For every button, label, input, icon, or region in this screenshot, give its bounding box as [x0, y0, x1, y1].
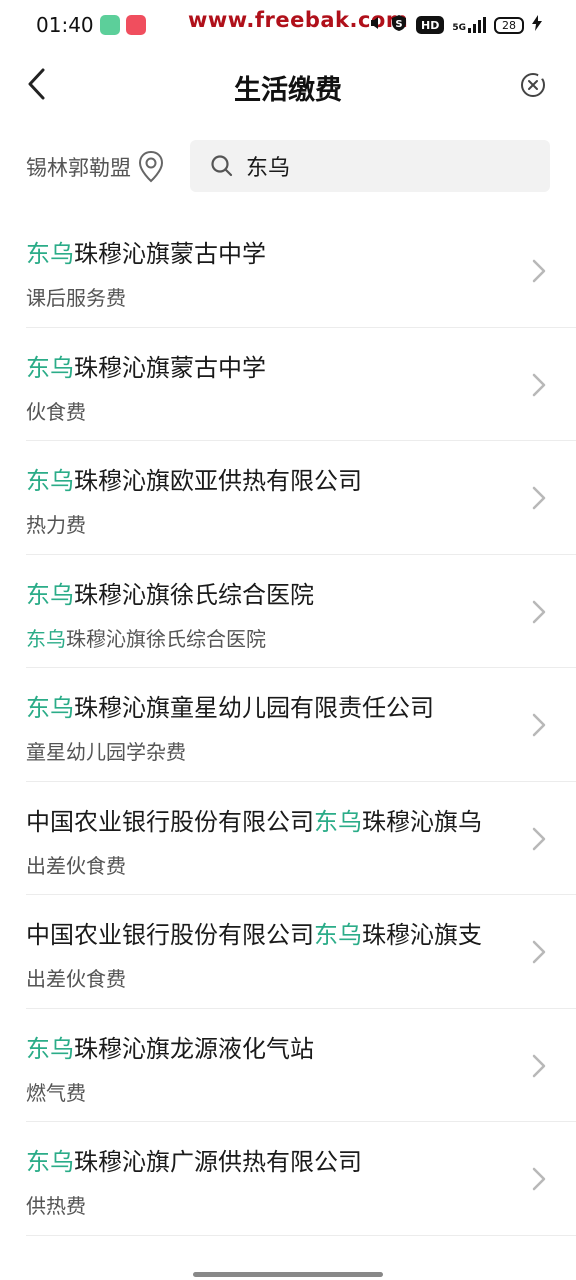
chevron-right-icon — [532, 600, 546, 623]
charging-icon — [532, 15, 542, 35]
item-title: 东乌珠穆沁旗蒙古中学 — [26, 234, 502, 269]
item-subtitle-rest: 珠穆沁旗徐氏综合医院 — [66, 626, 266, 651]
search-row: 锡林郭勒盟 东乌 — [0, 140, 576, 194]
item-title-rest: 珠穆沁旗龙源液化气站 — [74, 1034, 314, 1063]
item-title-highlight: 东乌 — [26, 1148, 74, 1176]
item-subtitle: 东乌珠穆沁旗徐氏综合医院 — [26, 623, 266, 652]
list-item[interactable]: 东乌珠穆沁旗蒙古中学 课后服务费 — [26, 214, 576, 328]
location-pin-icon — [138, 150, 164, 183]
item-title-highlight: 东乌 — [26, 467, 74, 495]
chevron-right-icon — [532, 827, 546, 850]
item-subtitle: 出差伙食费 — [26, 967, 126, 991]
list-item[interactable]: 中国农业银行股份有限公司东乌珠穆沁旗支 出差伙食费 — [26, 895, 576, 1009]
item-title-rest: 珠穆沁旗乌 — [362, 807, 482, 836]
item-title: 东乌珠穆沁旗广源供热有限公司 — [26, 1142, 502, 1177]
chevron-right-icon — [532, 940, 546, 964]
item-title-highlight: 东乌 — [26, 1034, 74, 1063]
status-icons: S HD 5G 28 — [368, 14, 542, 36]
item-title: 东乌珠穆沁旗龙源液化气站 — [26, 1029, 502, 1064]
chevron-right-icon — [532, 1167, 546, 1191]
item-title-prefix: 中国农业银行股份有限公司 — [26, 921, 314, 949]
list-item[interactable]: 东乌珠穆沁旗欧亚供热有限公司 热力费 — [26, 441, 576, 555]
item-subtitle: 童星幼儿园学杂费 — [26, 740, 186, 764]
item-title-highlight: 东乌 — [26, 694, 74, 722]
page-title: 生活缴费 — [234, 75, 342, 106]
home-indicator[interactable] — [193, 1272, 383, 1277]
item-subtitle: 热力费 — [26, 513, 86, 537]
list-item[interactable]: 东乌珠穆沁旗广源供热有限公司 供热费 — [26, 1122, 576, 1236]
status-time: 01:40 — [36, 13, 94, 37]
item-subtitle: 供热费 — [26, 1194, 86, 1218]
location-label: 锡林郭勒盟 — [26, 156, 131, 180]
item-title-highlight: 东乌 — [26, 353, 74, 382]
item-subtitle: 燃气费 — [26, 1080, 86, 1105]
mute-icon — [368, 15, 382, 35]
status-bar: 01:40 www.freebak.com S HD 5G 28 — [0, 0, 576, 50]
chevron-right-icon — [532, 486, 546, 510]
chevron-right-icon — [532, 259, 546, 283]
item-title-highlight: 东乌 — [26, 580, 74, 609]
list-item[interactable]: 东乌珠穆沁旗童星幼儿园有限责任公司 童星幼儿园学杂费 — [26, 668, 576, 782]
svg-text:S: S — [395, 19, 402, 30]
item-title: 东乌珠穆沁旗徐氏综合医院 — [26, 575, 502, 610]
item-title: 东乌珠穆沁旗童星幼儿园有限责任公司 — [26, 688, 502, 723]
item-title: 中国农业银行股份有限公司东乌珠穆沁旗乌 — [26, 802, 502, 837]
item-title-highlight: 东乌 — [26, 240, 74, 268]
item-title-highlight: 东乌 — [314, 921, 362, 949]
item-subtitle: 课后服务费 — [26, 286, 126, 310]
close-circle-icon — [521, 73, 545, 97]
chevron-right-icon — [532, 713, 546, 737]
item-subtitle-highlight: 东乌 — [26, 626, 66, 651]
chevron-right-icon — [532, 1054, 546, 1077]
item-title-prefix: 中国农业银行股份有限公司 — [26, 807, 314, 836]
item-title-rest: 珠穆沁旗支 — [362, 921, 482, 949]
search-query: 东乌 — [246, 156, 291, 181]
item-title-rest: 珠穆沁旗徐氏综合医院 — [74, 580, 314, 609]
item-title-rest: 珠穆沁旗童星幼儿园有限责任公司 — [74, 694, 434, 722]
nav-bar: 生活缴费 — [0, 50, 576, 120]
vpn-icon: S — [390, 14, 408, 36]
item-title: 中国农业银行股份有限公司东乌珠穆沁旗支 — [26, 915, 502, 950]
hd-icon: HD — [416, 16, 445, 34]
item-title: 东乌珠穆沁旗蒙古中学 — [26, 348, 502, 383]
item-title-rest: 珠穆沁旗蒙古中学 — [74, 353, 266, 382]
results-list: 东乌珠穆沁旗蒙古中学 课后服务费 东乌珠穆沁旗蒙古中学 伙食费 东乌珠穆沁旗欧亚… — [0, 214, 576, 1236]
item-title-highlight: 东乌 — [314, 807, 362, 836]
chevron-right-icon — [532, 373, 546, 396]
xiaohongshu-app-icon — [126, 15, 146, 35]
close-miniprogram-button[interactable] — [516, 68, 550, 102]
location-selector[interactable]: 锡林郭勒盟 — [26, 150, 165, 184]
item-subtitle: 伙食费 — [26, 399, 86, 424]
item-title-rest: 珠穆沁旗欧亚供热有限公司 — [74, 467, 362, 495]
list-item[interactable]: 东乌珠穆沁旗龙源液化气站 燃气费 — [26, 1009, 576, 1122]
wechat-app-icon — [100, 15, 120, 35]
list-item[interactable]: 东乌珠穆沁旗蒙古中学 伙食费 — [26, 328, 576, 441]
item-title: 东乌珠穆沁旗欧亚供热有限公司 — [26, 461, 502, 496]
signal-icon: 5G — [452, 17, 486, 33]
search-icon — [211, 155, 233, 177]
list-item[interactable]: 中国农业银行股份有限公司东乌珠穆沁旗乌 出差伙食费 — [26, 782, 576, 895]
item-title-rest: 珠穆沁旗蒙古中学 — [74, 240, 266, 268]
battery-icon: 28 — [494, 16, 524, 34]
network-type: 5G — [452, 23, 466, 33]
item-subtitle: 出差伙食费 — [26, 853, 126, 878]
list-item[interactable]: 东乌珠穆沁旗徐氏综合医院 东乌珠穆沁旗徐氏综合医院 — [26, 555, 576, 668]
item-title-rest: 珠穆沁旗广源供热有限公司 — [74, 1148, 362, 1176]
search-input[interactable]: 东乌 — [190, 140, 550, 192]
